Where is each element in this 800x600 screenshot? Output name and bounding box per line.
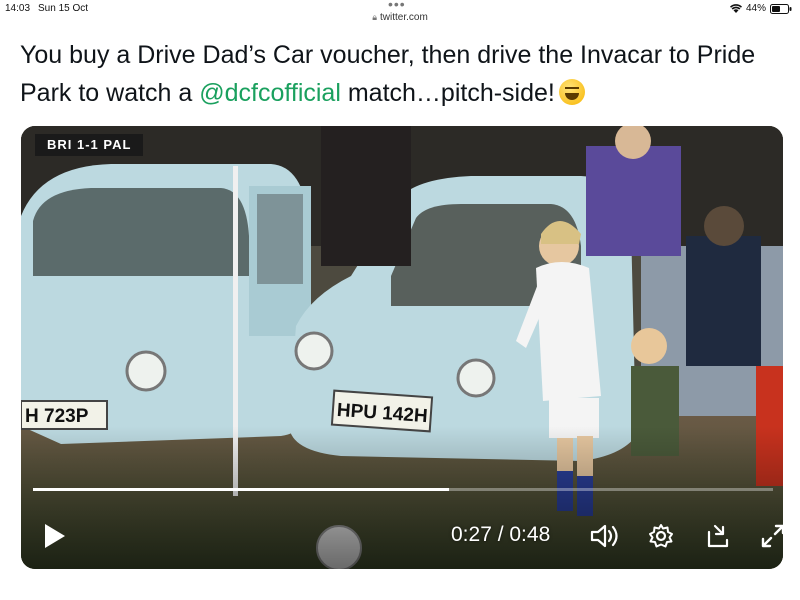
left-invacar: H 723P <box>21 164 313 444</box>
multitasking-dots-icon[interactable]: ••• <box>388 0 406 12</box>
gear-icon <box>649 524 673 548</box>
left-number-plate: H 723P <box>25 406 89 427</box>
picture-in-picture-button[interactable] <box>705 522 733 550</box>
speaker-icon <box>590 524 618 548</box>
time-readout: 0:27 / 0:48 <box>451 523 551 546</box>
progress-bar[interactable] <box>33 488 773 491</box>
video-player[interactable]: H 723P HPU 142H BRI 1-1 PAL 0:27 / 0:48 <box>21 126 783 569</box>
settings-button[interactable] <box>647 522 675 550</box>
score-badge: BRI 1-1 PAL <box>35 134 144 156</box>
tweet-text: You buy a Drive Dad’s Car voucher, then … <box>20 36 780 112</box>
progress-fill <box>33 488 450 491</box>
volume-button[interactable] <box>589 522 621 550</box>
video-frame[interactable]: H 723P HPU 142H <box>21 126 783 569</box>
address-bar[interactable]: 🔒︎ twitter.com <box>0 12 800 23</box>
pip-icon <box>707 524 729 548</box>
play-icon <box>45 524 65 548</box>
play-button[interactable] <box>39 521 71 551</box>
mention-link[interactable]: @dcfcofficial <box>199 79 341 107</box>
tweet-text-after: match…pitch-side! <box>340 79 555 107</box>
grinning-squinting-face-icon <box>558 79 585 105</box>
url-text: twitter.com <box>380 12 428 23</box>
expand-icon <box>761 524 783 548</box>
lock-icon: 🔒︎ <box>372 12 377 22</box>
fullscreen-button[interactable] <box>759 522 783 550</box>
